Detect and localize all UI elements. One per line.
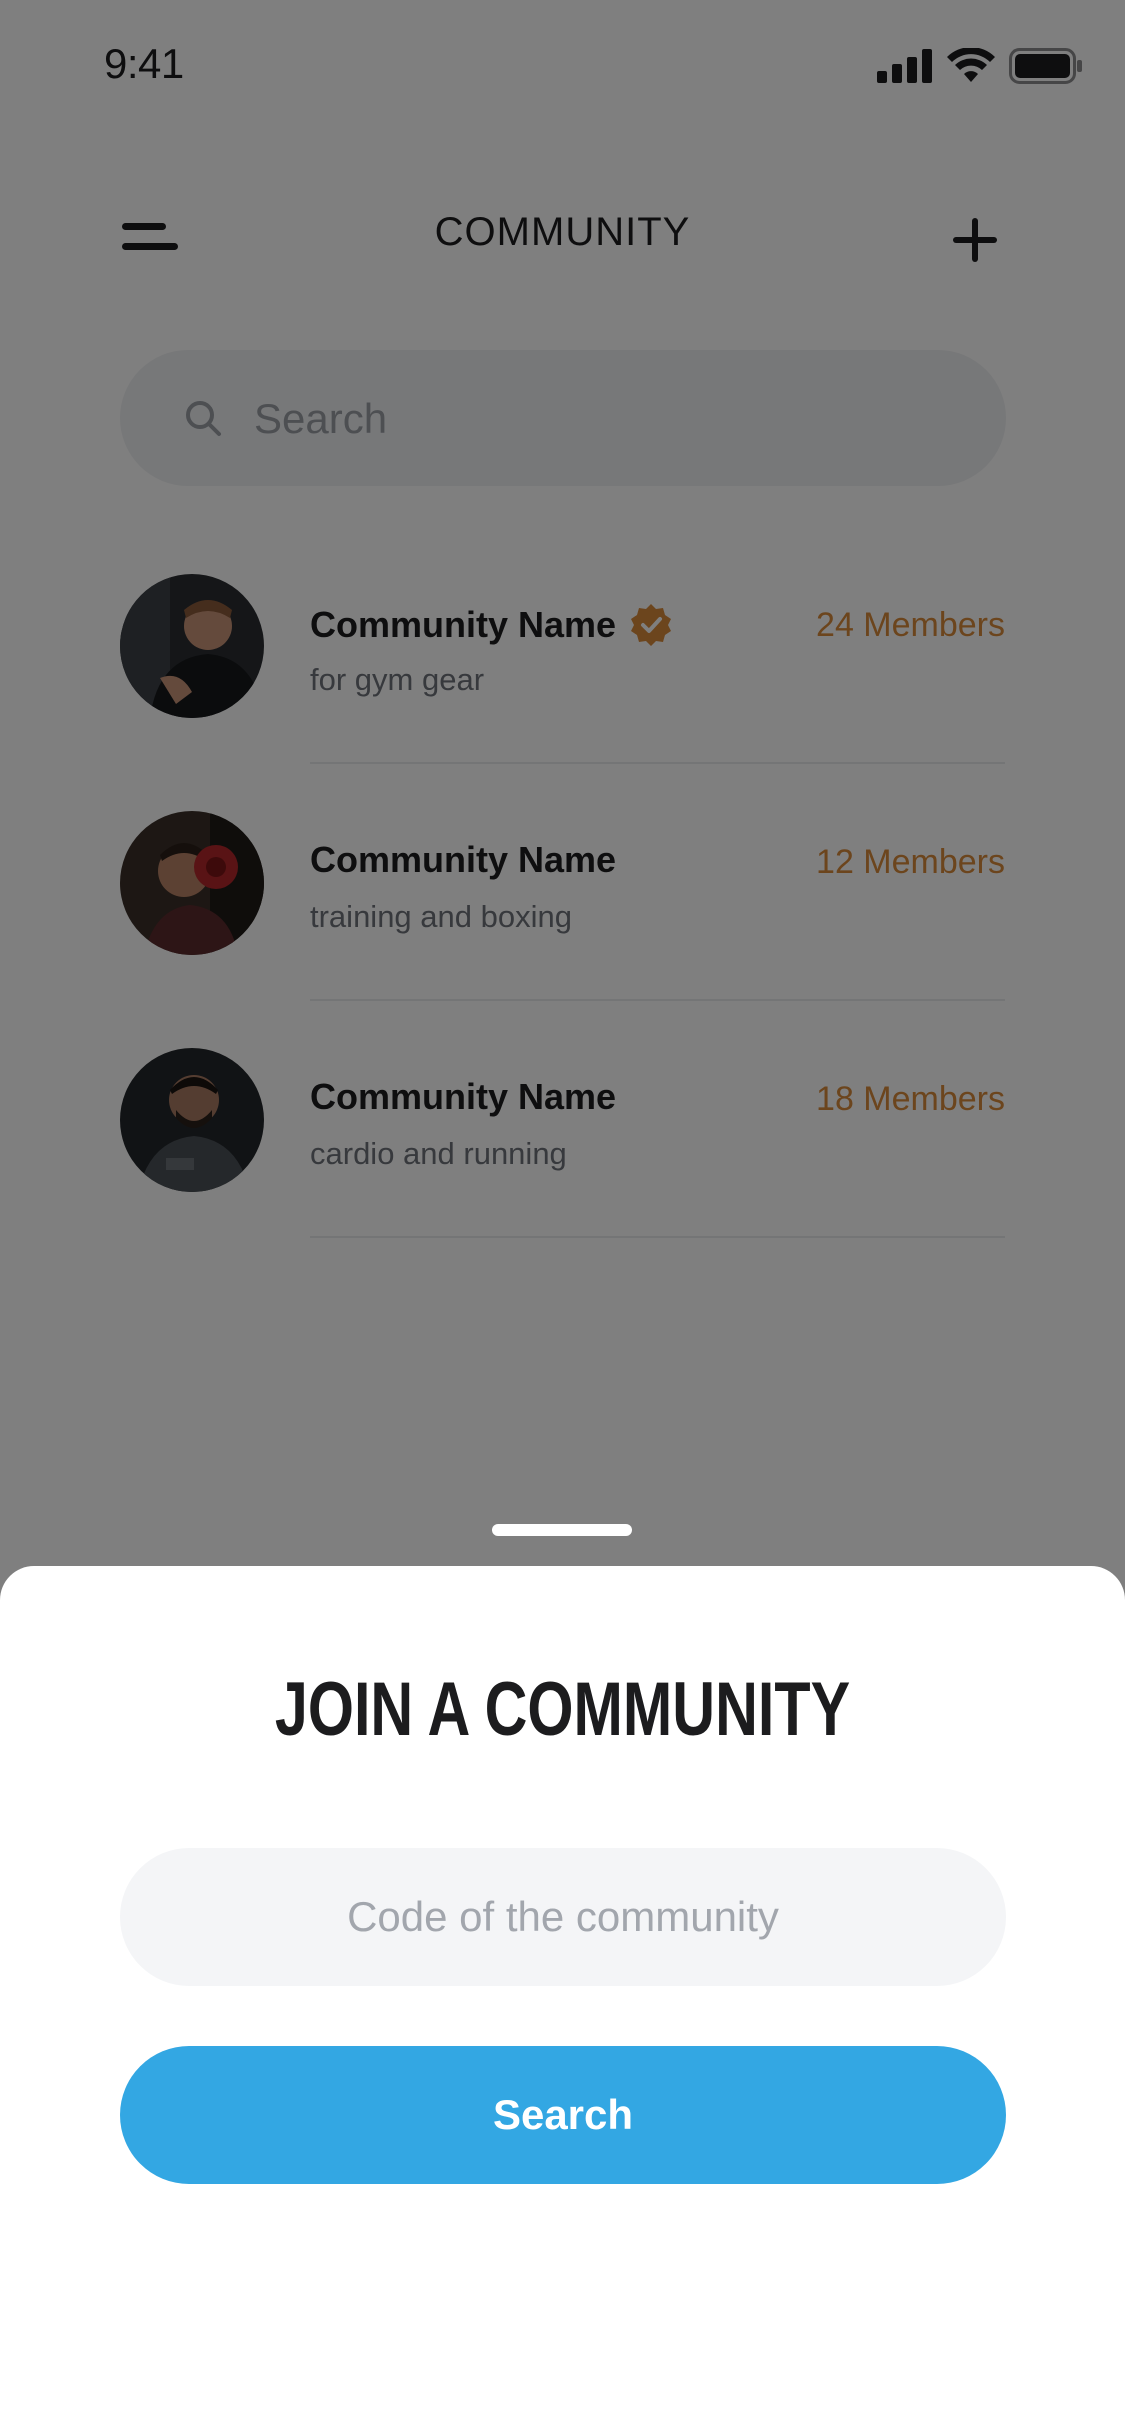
join-community-sheet: JOIN A COMMUNITY Search (0, 1566, 1125, 2436)
community-code-input[interactable] (120, 1848, 1006, 1986)
sheet-drag-handle[interactable] (492, 1524, 632, 1536)
search-button[interactable]: Search (120, 2046, 1006, 2184)
sheet-title: JOIN A COMMUNITY (274, 1667, 851, 1752)
